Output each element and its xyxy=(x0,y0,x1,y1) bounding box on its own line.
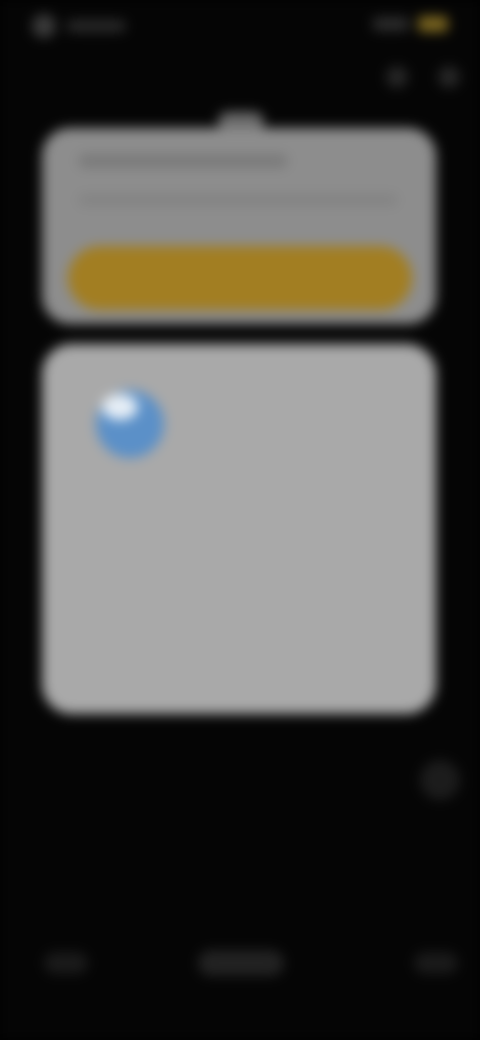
more-icon[interactable] xyxy=(438,66,460,88)
dialog-actions xyxy=(42,640,436,692)
status-bar xyxy=(0,0,480,56)
signal-icon xyxy=(372,17,410,31)
dialog-secondary-button[interactable] xyxy=(76,640,108,692)
status-time xyxy=(66,20,126,32)
permission-card xyxy=(42,128,436,324)
phone-screen xyxy=(0,0,480,1040)
permission-message xyxy=(78,154,288,168)
home-icon[interactable] xyxy=(198,950,284,976)
permission-detail xyxy=(78,194,398,206)
navigation-bar xyxy=(0,930,480,1000)
dialog xyxy=(42,344,436,714)
dialog-primary-button[interactable] xyxy=(370,640,402,692)
allow-button[interactable] xyxy=(68,246,412,310)
search-icon[interactable] xyxy=(386,66,408,88)
app-icon-highlight xyxy=(102,394,138,420)
app-icon xyxy=(96,390,164,458)
status-right xyxy=(372,16,448,32)
notification-icon xyxy=(32,14,56,38)
recents-icon[interactable] xyxy=(414,952,458,974)
status-left xyxy=(32,14,126,38)
floating-action-button[interactable] xyxy=(420,760,460,800)
top-actions xyxy=(386,66,460,88)
battery-icon xyxy=(418,16,448,32)
back-icon[interactable] xyxy=(44,952,88,974)
